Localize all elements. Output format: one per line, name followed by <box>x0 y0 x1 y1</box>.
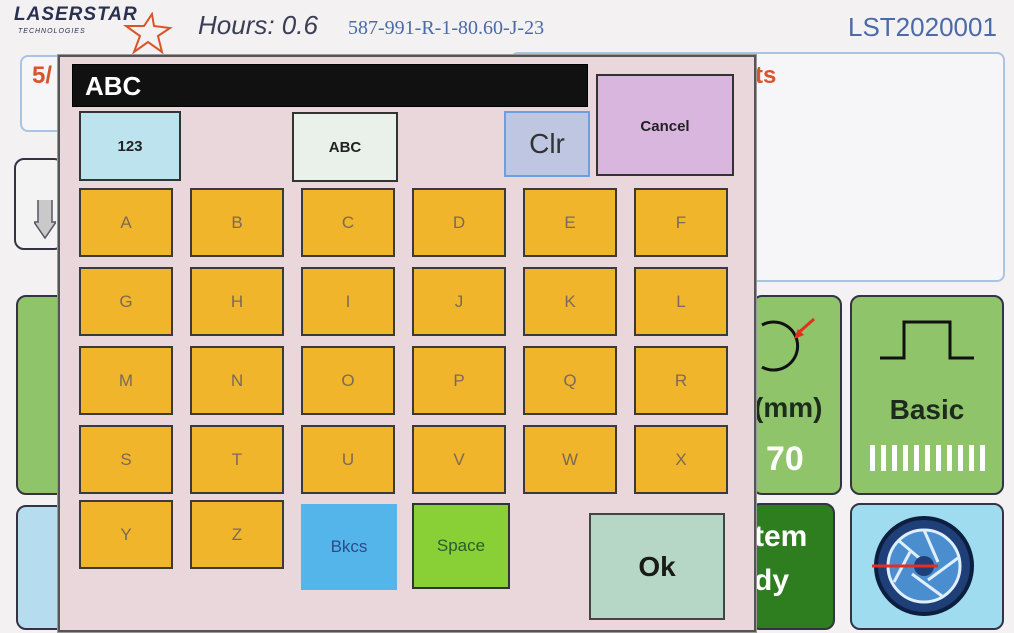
key-c[interactable]: C <box>301 188 395 257</box>
key-k[interactable]: K <box>523 267 617 336</box>
serial-code: 587-991-R-1-80.60-J-23 <box>348 17 545 39</box>
key-u[interactable]: U <box>301 425 395 494</box>
device-id: LST2020001 <box>848 12 997 42</box>
keypad-entry-field[interactable]: ABC <box>72 64 588 107</box>
key-z[interactable]: Z <box>190 500 284 569</box>
logo-subtext: TECHNOLOGIES <box>18 28 86 35</box>
cancel-button[interactable]: Cancel <box>596 74 734 176</box>
spot-size-value: 70 <box>766 440 804 478</box>
key-l[interactable]: L <box>634 267 728 336</box>
key-y[interactable]: Y <box>79 500 173 569</box>
key-g[interactable]: G <box>79 267 173 336</box>
key-i[interactable]: I <box>301 267 395 336</box>
info-panel-right-title: ts <box>755 62 777 89</box>
key-v[interactable]: V <box>412 425 506 494</box>
pulse-shape-label: Basic <box>889 394 965 425</box>
key-e[interactable]: E <box>523 188 617 257</box>
pulse-bars-icon <box>870 445 985 471</box>
key-n[interactable]: N <box>190 346 284 415</box>
key-q[interactable]: Q <box>523 346 617 415</box>
key-d[interactable]: D <box>412 188 506 257</box>
ok-button[interactable]: Ok <box>589 513 725 620</box>
laserstar-logo: LASERSTAR TECHNOLOGIES <box>14 4 184 54</box>
key-b[interactable]: B <box>190 188 284 257</box>
arrow-down-icon <box>34 200 56 240</box>
spot-size-label: (mm) <box>754 392 823 423</box>
camera-aperture-icon <box>872 516 974 616</box>
numeric-mode-button[interactable]: 123 <box>79 111 181 181</box>
left-nav-tab[interactable] <box>14 158 64 250</box>
key-h[interactable]: H <box>190 267 284 336</box>
key-m[interactable]: M <box>79 346 173 415</box>
key-a[interactable]: A <box>79 188 173 257</box>
alpha-mode-button[interactable]: ABC <box>292 112 398 182</box>
info-panel-left-title: 5/ <box>32 62 53 89</box>
key-j[interactable]: J <box>412 267 506 336</box>
pulse-shape-icon <box>880 320 974 360</box>
space-button[interactable]: Space <box>412 503 510 589</box>
spot-circle-icon <box>761 317 815 372</box>
key-r[interactable]: R <box>634 346 728 415</box>
clear-button[interactable]: Clr <box>504 111 590 177</box>
backspace-button[interactable]: Bkcs <box>301 504 397 590</box>
system-ready-line-1: tem <box>754 520 808 553</box>
system-ready-label: tem dy <box>752 515 832 603</box>
key-w[interactable]: W <box>523 425 617 494</box>
key-x[interactable]: X <box>634 425 728 494</box>
key-t[interactable]: T <box>190 425 284 494</box>
laserstar-star-icon <box>122 12 173 54</box>
key-p[interactable]: P <box>412 346 506 415</box>
hours-readout: Hours: 0.6 <box>198 10 318 40</box>
key-f[interactable]: F <box>634 188 728 257</box>
key-s[interactable]: S <box>79 425 173 494</box>
system-ready-line-2: dy <box>754 564 790 597</box>
key-o[interactable]: O <box>301 346 395 415</box>
